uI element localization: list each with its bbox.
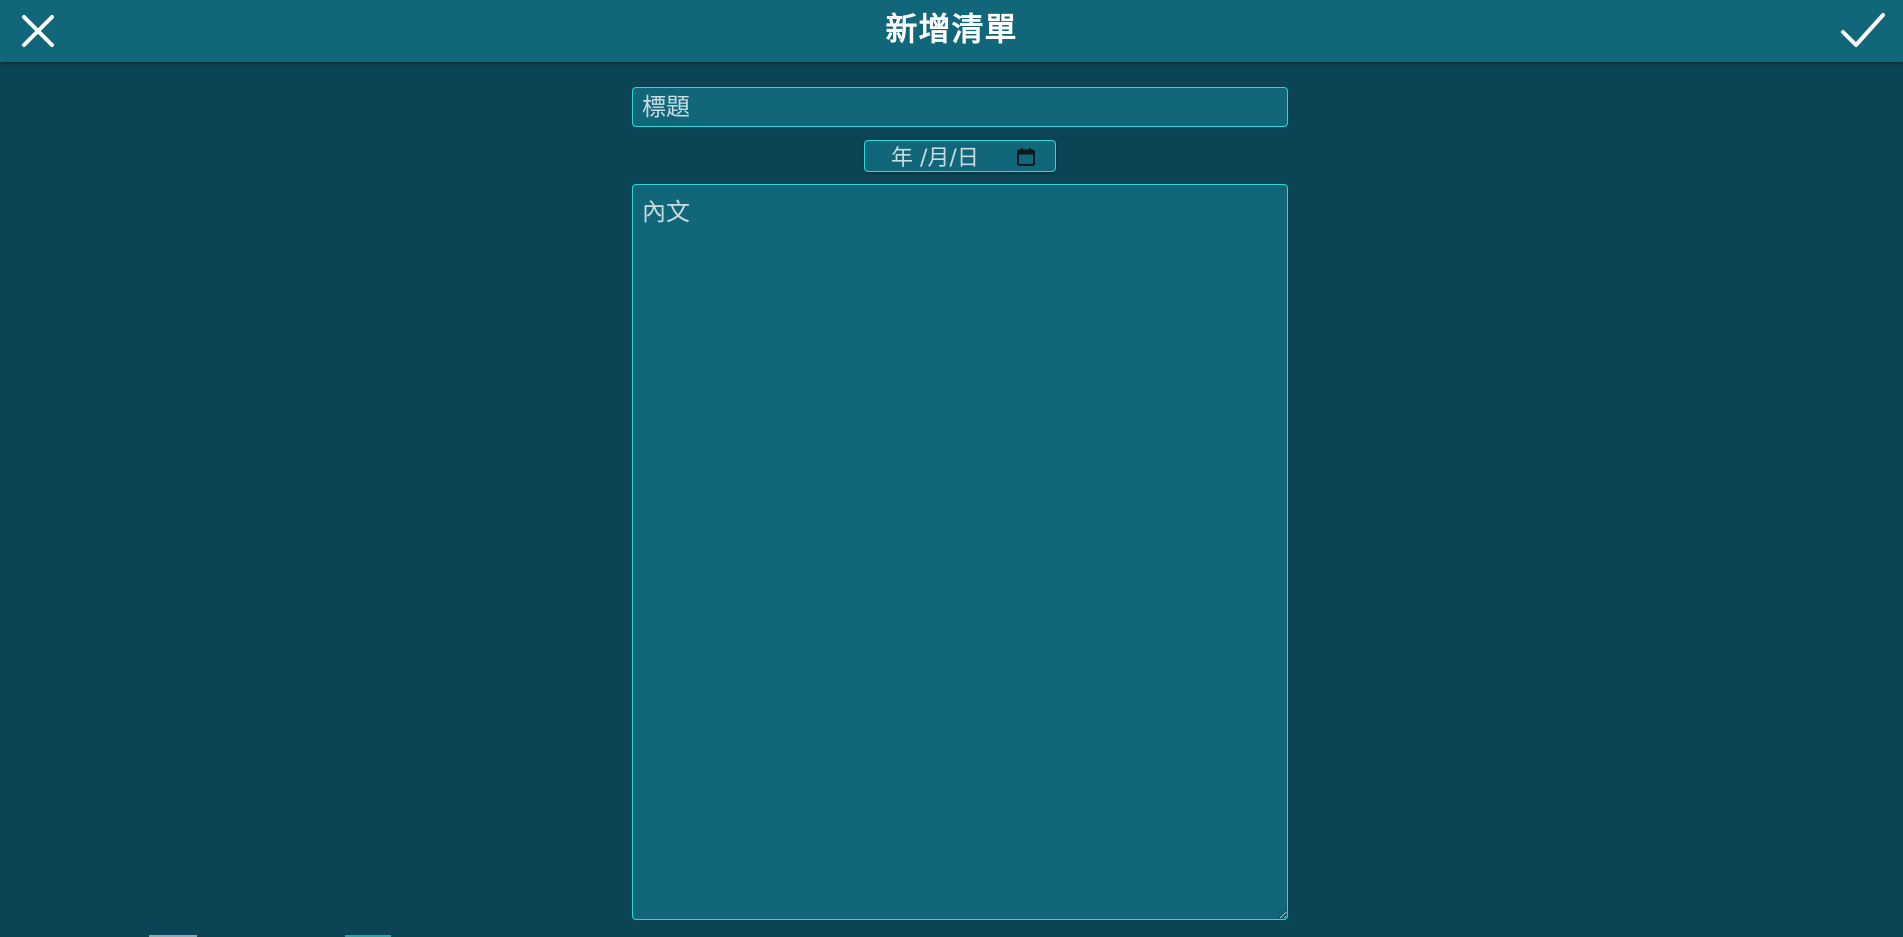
content-textarea[interactable] [632, 184, 1288, 920]
calendar-icon[interactable] [1016, 147, 1036, 167]
title-input[interactable] [632, 87, 1288, 127]
app-header: 新增清單 [0, 0, 1903, 62]
page-title: 新增清單 [885, 10, 1018, 48]
check-icon [1841, 13, 1885, 47]
date-placeholder: 年 /月/日 [891, 146, 979, 171]
confirm-button[interactable] [1837, 9, 1889, 53]
date-input[interactable]: 年 /月/日 [864, 140, 1056, 172]
